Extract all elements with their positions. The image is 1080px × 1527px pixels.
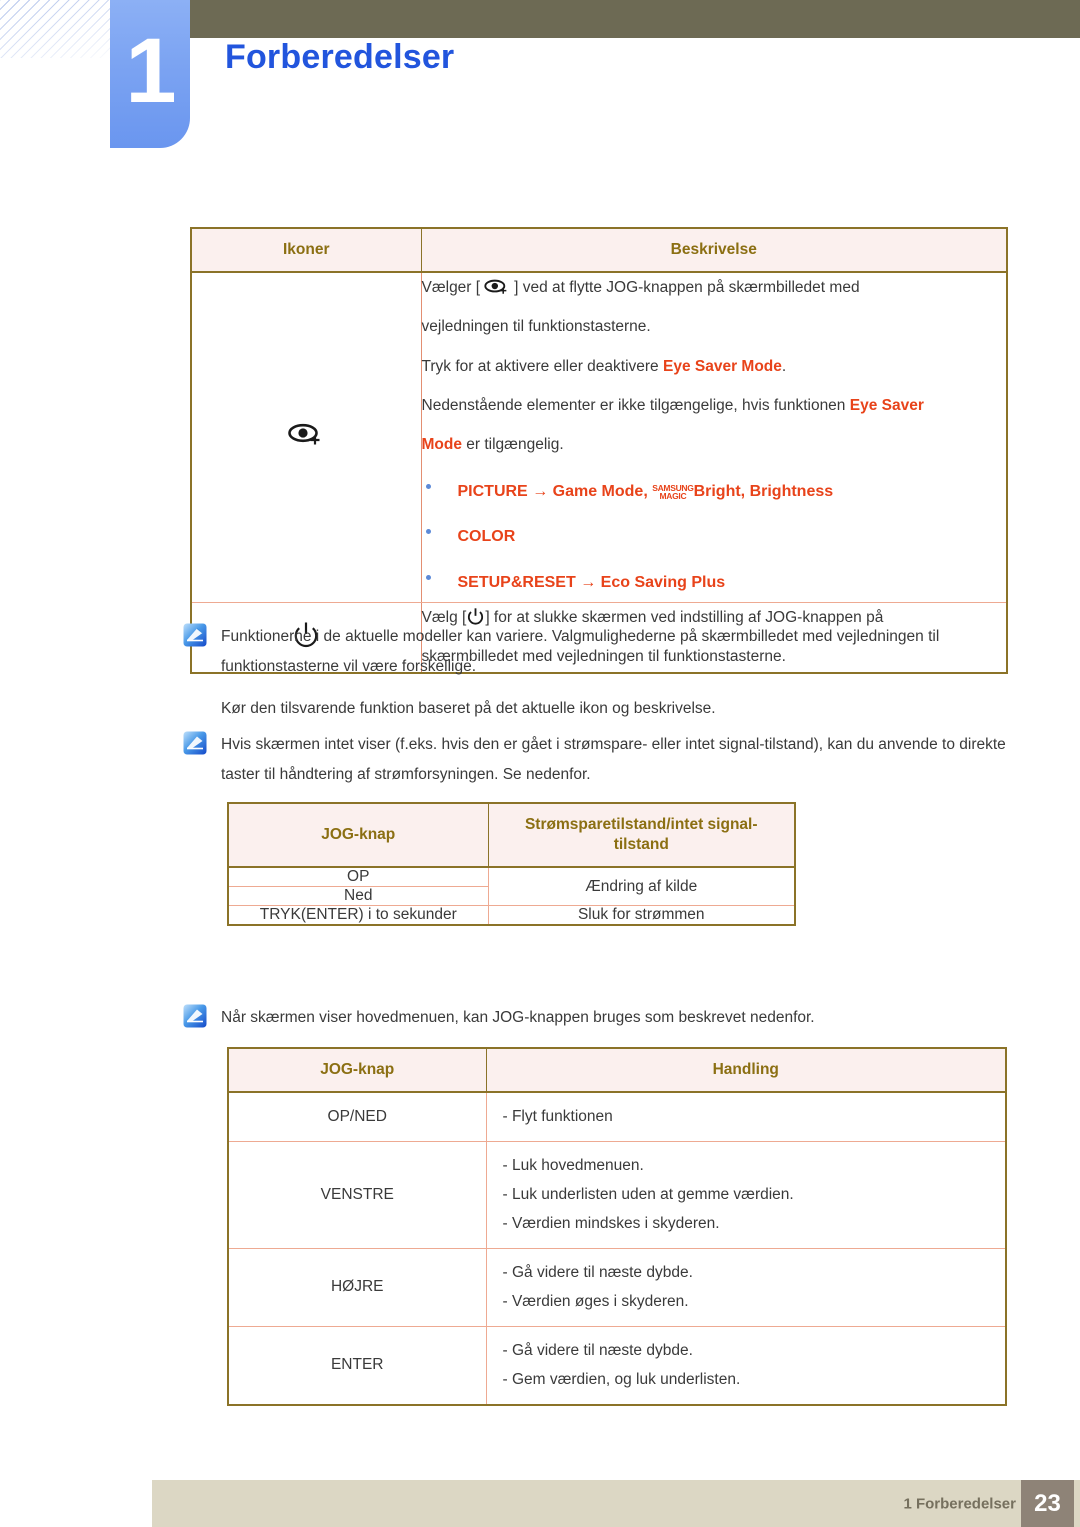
description-line-1: Vælger [ ] ved at flytte JOG-knappen på s… [422, 273, 1007, 303]
column-header-jog-knap: JOG-knap [227, 802, 489, 869]
table-row: VENSTRE - Luk hovedmenuen. - Luk underli… [227, 1140, 1007, 1249]
highlight-eye-saver: Eye Saver [849, 396, 924, 414]
note-paragraph: Når skærmen viser hovedmenuen, kan JOG-k… [221, 1009, 815, 1026]
table-header-row: Ikoner Beskrivelse [190, 227, 1008, 274]
header-top-bar [190, 0, 1080, 38]
menu-name: SETUP&RESET [457, 573, 576, 591]
jog-action-hojre: - Gå videre til næste dybde. - Værdien ø… [485, 1247, 1007, 1327]
menu-items-pre: Game Mode, [552, 483, 653, 501]
description-line-5: Mode er tilgængelig. [422, 430, 1007, 460]
chapter-number-badge: 1 [110, 0, 190, 148]
desc-text: ] ved at flytte JOG-knappen på skærmbill… [514, 279, 860, 297]
action-line: - Gem værdien, og luk underlisten. [502, 1371, 741, 1389]
table-row: ENTER - Gå videre til næste dybde. - Gem… [227, 1325, 1007, 1406]
icons-description-table: Ikoner Beskrivelse Vælger [ ] ved at flyt… [190, 227, 1008, 675]
jog-action-venstre: - Luk hovedmenuen. - Luk underlisten ude… [485, 1140, 1007, 1249]
jog-key-enter: ENTER [227, 1325, 487, 1406]
jog-key-venstre: VENSTRE [227, 1140, 487, 1249]
list-item: SETUP&RESET → Eco Saving Plus [422, 567, 1007, 598]
eye-saver-mode-icon-cell [190, 271, 422, 603]
menu-name: PICTURE [457, 483, 528, 501]
note-icon [183, 1004, 207, 1028]
header-line-1: Strømsparetilstand/intet signal- [524, 816, 758, 833]
table-row: OP Ændring af kilde [227, 866, 796, 907]
jog-key-press-enter: TRYK(ENTER) i to sekunder [227, 905, 489, 926]
footer-chapter-label: 1 Forberedelser [903, 1495, 1016, 1512]
jog-value-power-off: Sluk for strømmen [487, 905, 796, 926]
note-icon [183, 623, 207, 647]
page-number-badge: 23 [1021, 1480, 1074, 1527]
action-line: - Værdien mindskes i skyderen. [502, 1215, 720, 1233]
note-text: Når skærmen viser hovedmenuen, kan JOG-k… [221, 1003, 815, 1033]
highlight-eye-saver-mode: Eye Saver Mode [662, 357, 782, 375]
action-line: - Flyt funktionen [502, 1108, 613, 1126]
jog-value-change-source: Ændring af kilde [487, 866, 796, 907]
menu-items-post: Bright, Brightness [693, 483, 834, 501]
jog-key-op-ned: OP/NED [227, 1091, 487, 1142]
list-item: PICTURE → Game Mode, SAMSUNG MAGIC Bright,… [422, 476, 1007, 507]
arrow-glyph: → [580, 573, 597, 591]
desc-text: er tilgængelig. [461, 436, 564, 454]
desc-text: Nedenstående elementer er ikke tilgængel… [421, 396, 850, 414]
highlight-mode: Mode [421, 436, 462, 454]
action-line: - Gå videre til næste dybde. [502, 1263, 693, 1281]
magic-bottom: MAGIC [659, 491, 687, 501]
table-header-row: JOG-knap Strømsparetilstand/intet signal… [227, 802, 796, 869]
footer-bar: 1 Forberedelser 23 [152, 1480, 1080, 1527]
action-line: - Luk underlisten uden at gemme værdien. [502, 1186, 794, 1204]
note-block-1: Funktionerne i de aktuelle modeller kan … [183, 622, 1013, 725]
action-line: - Værdien øges i skyderen. [502, 1293, 689, 1311]
jog-action-enter: - Gå videre til næste dybde. - Gem værdi… [485, 1325, 1007, 1406]
action-line: - Gå videre til næste dybde. [502, 1341, 693, 1359]
jog-key-hojre: HØJRE [227, 1247, 487, 1327]
eye-saver-mode-icon [286, 423, 326, 454]
inline-eye-saver-mode-icon [480, 279, 514, 296]
samsung-magic-logo: SAMSUNG MAGIC [652, 483, 694, 501]
page-number: 23 [1034, 1489, 1061, 1517]
table-row: Vælger [ ] ved at flytte JOG-knappen på s… [190, 271, 1008, 603]
note-paragraph: Funktionerne i de aktuelle modeller kan … [221, 628, 940, 676]
page-title: Forberedelser [225, 38, 455, 76]
unavailable-items-list: PICTURE → Game Mode, SAMSUNG MAGIC Bright,… [422, 476, 1007, 598]
desc-text: Vælger [ [421, 279, 481, 297]
table-row: TRYK(ENTER) i to sekunder Sluk for strøm… [227, 905, 796, 926]
note-block-2: Hvis skærmen intet viser (f.eks. hvis de… [183, 730, 1013, 790]
note-block-3: Når skærmen viser hovedmenuen, kan JOG-k… [183, 1003, 1013, 1033]
column-header-power-mode: Strømsparetilstand/intet signal- tilstan… [487, 802, 796, 869]
column-header-handling: Handling [485, 1047, 1007, 1094]
eye-saver-mode-description: Vælger [ ] ved at flytte JOG-knappen på s… [420, 271, 1008, 603]
jog-key-ned: Ned [227, 886, 489, 907]
jog-action-op-ned: - Flyt funktionen [485, 1091, 1007, 1142]
note-text: Hvis skærmen intet viser (f.eks. hvis de… [221, 730, 1013, 790]
description-line-3: Tryk for at aktivere eller deaktivere Ey… [422, 352, 1007, 382]
note-icon [183, 731, 207, 755]
chapter-number: 1 [125, 20, 176, 122]
description-line-2: vejledningen til funktionstasterne. [421, 318, 651, 336]
table-row: HØJRE - Gå videre til næste dybde. - Vær… [227, 1247, 1007, 1327]
note-paragraph: Hvis skærmen intet viser (f.eks. hvis de… [221, 736, 1006, 784]
menu-name: COLOR [457, 528, 516, 546]
table-row: OP/NED - Flyt funktionen [227, 1091, 1007, 1142]
column-header-jog-knap: JOG-knap [227, 1047, 487, 1094]
note-text: Funktionerne i de aktuelle modeller kan … [221, 622, 1013, 725]
column-header-beskrivelse: Beskrivelse [420, 227, 1008, 274]
description-line-4: Nedenstående elementer er ikke tilgængel… [422, 391, 1007, 421]
action-line: - Luk hovedmenuen. [502, 1156, 644, 1174]
desc-text: . [781, 357, 787, 375]
jog-key-op: OP [227, 866, 489, 888]
menu-items: Eco Saving Plus [600, 573, 726, 591]
list-item: COLOR [422, 521, 1007, 552]
arrow-glyph: → [532, 483, 549, 501]
table-header-row: JOG-knap Handling [227, 1047, 1007, 1094]
jog-action-table: JOG-knap Handling OP/NED - Flyt funktion… [227, 1047, 1007, 1406]
note-paragraph: Kør den tilsvarende funktion baseret på … [221, 700, 716, 718]
desc-text: Tryk for at aktivere eller deaktivere [421, 357, 663, 375]
header-line-2: tilstand [613, 836, 669, 854]
column-header-ikoner: Ikoner [190, 227, 422, 274]
power-mode-table: JOG-knap Strømsparetilstand/intet signal… [227, 802, 796, 927]
